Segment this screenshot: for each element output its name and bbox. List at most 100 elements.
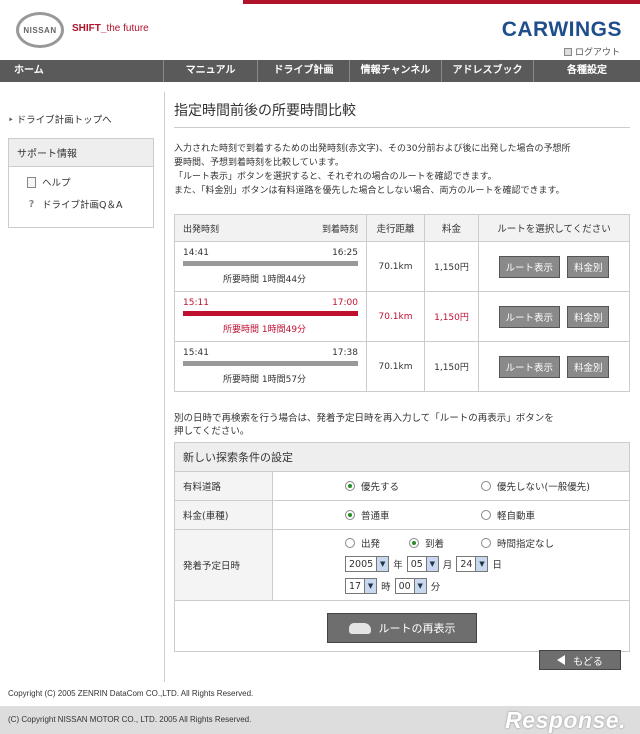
radio-icon [481,510,491,520]
no-time-radio[interactable]: 時間指定なし [481,536,554,550]
depart-time: 15:41 [183,348,209,358]
sidebar-item-qa[interactable]: ? ドライブ計画Q＆A [27,197,139,212]
month-value: 05 [410,558,423,570]
nav-address-book[interactable]: アドレスブック [441,60,533,82]
main-nav: ホーム マニュアル ドライブ計画 情報チャンネル アドレスブック 各種設定 [0,60,640,82]
day-unit: 日 [492,560,502,571]
nav-info-channel[interactable]: 情報チャンネル [349,60,441,82]
support-box: サポート情報 ヘルプ ? ドライブ計画Q＆A [8,138,154,228]
table-header-row: 出発時刻 到着時刻 走行距離 料金 ルートを選択してください [174,214,630,242]
carwings-logo[interactable]: CARWINGS [502,18,622,42]
nav-home[interactable]: ホーム [0,60,163,82]
fee-compare-button[interactable]: 料金別 [566,255,610,278]
sidebar-item-help[interactable]: ヘルプ [27,175,139,189]
logout-label: ログアウト [574,48,620,58]
year-unit: 年 [393,560,403,571]
normal-car-radio[interactable]: 普通車 [345,508,481,522]
radio-selected-icon [409,538,419,548]
distance: 70.1km [366,291,425,342]
year-select[interactable]: 2005 ▼ [345,556,390,572]
dropdown-arrow-icon: ▼ [475,557,488,571]
toll-road-row: 有料道路 優先する 優先しない(一般優先) [175,472,629,501]
nav-settings[interactable]: 各種設定 [533,60,640,82]
column-divider [164,92,165,682]
hour-select[interactable]: 17 ▼ [345,578,378,594]
table-row: 14:41 16:25 所要時間 1時間44分 70.1km 1,150円 ルート… [174,241,630,292]
help-label: ヘルプ [42,178,71,189]
toll-prefer-radio[interactable]: 優先する [345,479,481,493]
nav-drive-plan[interactable]: ドライブ計画 [257,60,349,82]
route-display-button[interactable]: ルート表示 [498,305,561,328]
route-display-button[interactable]: ルート表示 [498,255,561,278]
duration: 所要時間 1時間49分 [223,325,307,335]
intro-line: 「ルート表示」ボタンを選択すると、それぞれの場合のルートを確認できます。 [174,172,497,182]
slogan-rest: the future [106,23,149,34]
toll-avoid-radio[interactable]: 優先しない(一般優先) [481,479,590,493]
fee-compare-button[interactable]: 料金別 [566,305,610,328]
nissan-copyright: (C) Copyright NISSAN MOTOR CO., LTD. 200… [8,715,252,724]
depart-radio[interactable]: 出発 [345,536,409,550]
time-bar [183,311,358,316]
radio-label: 普通車 [361,511,390,522]
route-display-button[interactable]: ルート表示 [498,355,561,378]
logout-link[interactable]: ログアウト [563,45,620,58]
fee: 1,150円 [424,241,479,292]
question-icon: ? [28,198,35,210]
sidebar-drive-plan-top-link[interactable]: ドライブ計画トップへ [8,112,154,126]
dropdown-arrow-icon: ▼ [413,579,426,593]
datetime-row: 発着予定日時 出発 到着 時間指定なし 2005 ▼ 年 05 ▼ 月 24 ▼… [175,530,629,601]
radio-label: 軽自動車 [497,511,536,522]
arrow-left-icon [557,655,566,665]
back-button[interactable]: もどる [539,650,621,670]
time-bar [183,361,358,366]
time-bar [183,261,358,266]
month-unit: 月 [442,560,453,571]
minute-unit: 分 [430,582,441,593]
radio-selected-icon [345,481,355,491]
distance: 70.1km [366,241,425,292]
duration: 所要時間 1時間57分 [223,375,307,385]
route-redisplay-button[interactable]: ルートの再表示 [327,613,477,643]
intro-text: 入力された時刻で到着するための出発時刻(赤文字)、その30分前および後に出発した… [174,142,630,198]
slogan-shift: SHIFT_ [72,23,107,34]
arrive-time: 16:25 [332,248,358,258]
fee-compare-button[interactable]: 料金別 [566,355,610,378]
nissan-logo-text: NISSAN [21,24,59,36]
conditions-title: 新しい探索条件の設定 [175,443,629,472]
minute-value: 00 [398,580,411,592]
page-title: 指定時間前後の所要時間比較 [174,100,630,128]
radio-icon [481,481,491,491]
light-car-radio[interactable]: 軽自動車 [481,508,535,522]
fee-type-row: 料金(車種) 普通車 軽自動車 [175,501,629,530]
dropdown-arrow-icon: ▼ [376,557,389,571]
dropdown-arrow-icon: ▼ [364,579,377,593]
arrive-time: 17:38 [332,348,358,358]
month-select[interactable]: 05 ▼ [406,556,439,572]
search-conditions-panel: 新しい探索条件の設定 有料道路 優先する 優先しない(一般優先) 料金(車種) … [174,442,630,652]
header-arrive: 到着時刻 [321,224,358,235]
desc-line: 押してください。 [174,426,250,437]
nissan-logo[interactable]: NISSAN [16,12,64,48]
header: NISSAN SHIFT_the future CARWINGS ログアウト [0,4,640,58]
route-comparison-table: 出発時刻 到着時刻 走行距離 料金 ルートを選択してください 14:41 16:25… [174,214,630,392]
day-select[interactable]: 24 ▼ [456,556,489,572]
toll-road-label: 有料道路 [175,472,273,500]
hour-unit: 時 [381,582,391,593]
header-fee: 料金 [424,214,479,242]
logout-icon [563,47,572,56]
nav-manual[interactable]: マニュアル [163,60,257,82]
day-value: 24 [460,558,473,570]
footer: (C) Copyright NISSAN MOTOR CO., LTD. 200… [0,706,640,734]
fee: 1,150円 [424,341,479,392]
arrive-radio[interactable]: 到着 [409,536,481,550]
arrive-time: 17:00 [332,298,358,308]
radio-label: 時間指定なし [497,539,555,550]
table-row: 15:41 17:38 所要時間 1時間57分 70.1km 1,150円 ルート… [174,341,630,392]
document-icon [27,176,36,188]
distance: 70.1km [366,341,425,392]
minute-select[interactable]: 00 ▼ [394,578,427,594]
main-content: 指定時間前後の所要時間比較 入力された時刻で到着するための出発時刻(赤文字)、そ… [174,100,630,652]
dropdown-arrow-icon: ▼ [425,557,438,571]
header-times: 出発時刻 到着時刻 [174,214,367,242]
zenrin-copyright: Copyright (C) 2005 ZENRIN DataCom CO.,LT… [8,689,254,698]
